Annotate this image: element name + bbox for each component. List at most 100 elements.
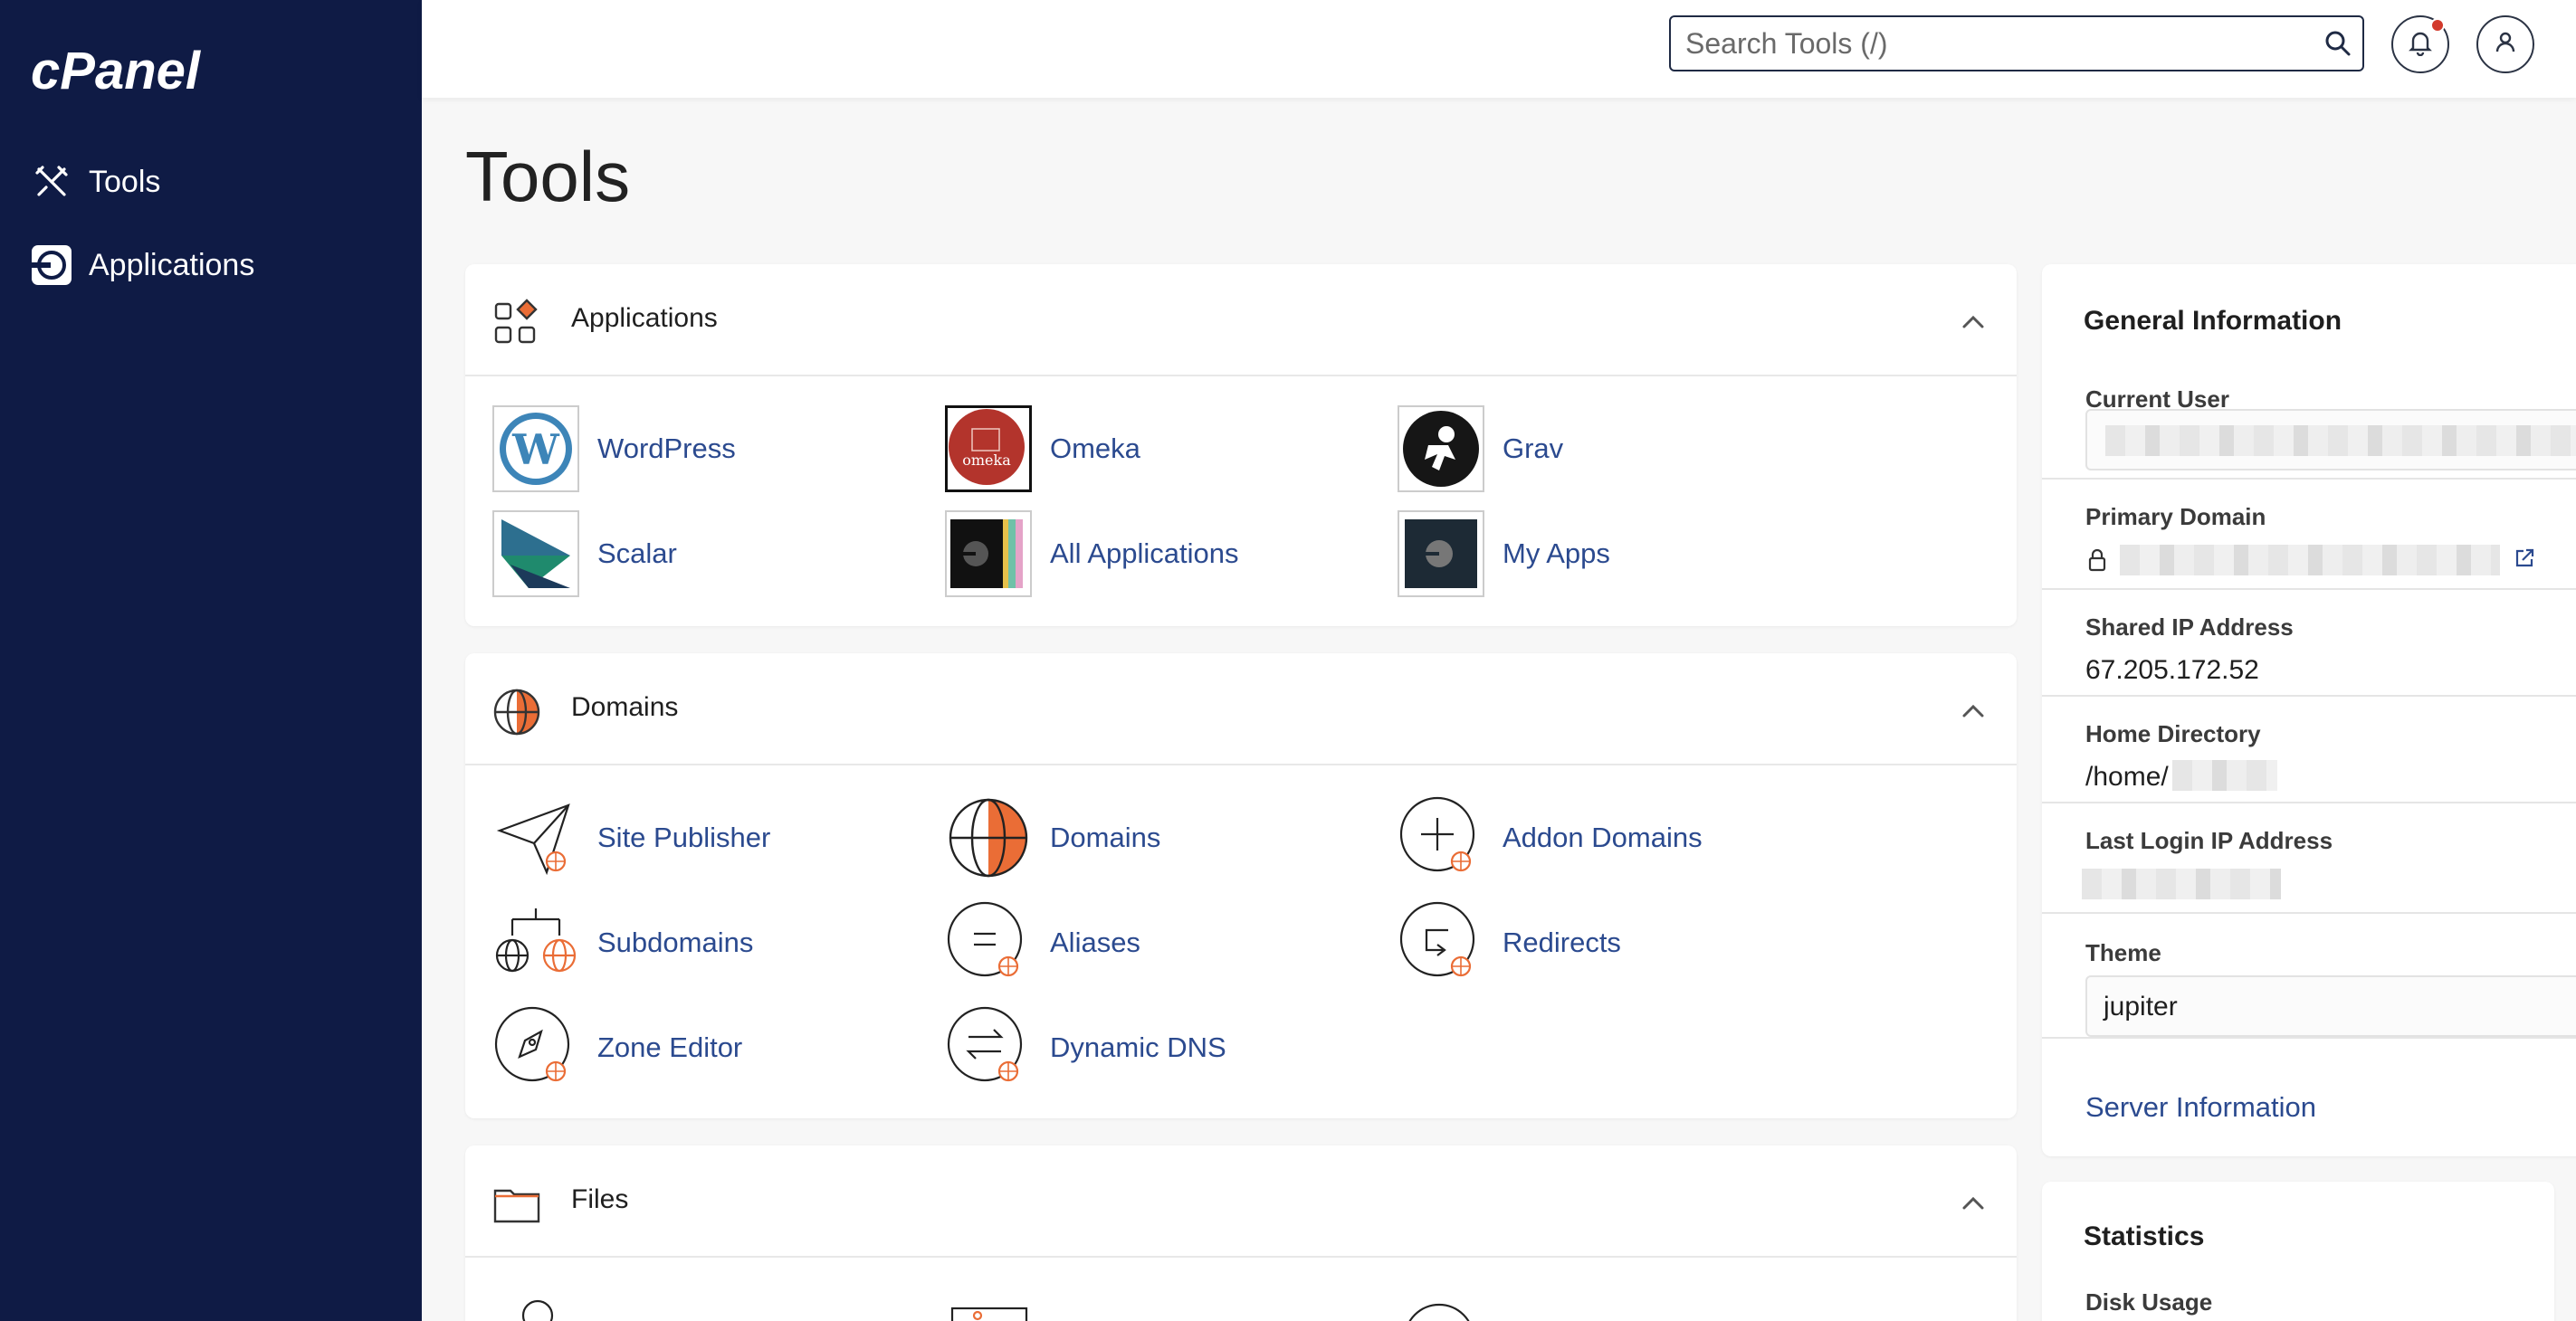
aliases-icon (947, 901, 1023, 977)
sidebar-item-tools[interactable]: Tools (31, 161, 160, 203)
search-box (1669, 15, 2364, 71)
tool-label: My Apps (1503, 537, 1610, 569)
wordpress-icon: W (492, 405, 579, 492)
omeka-icon: omeka (945, 405, 1032, 492)
applications-section: Applications W WordPress omeka Omeka Gra… (465, 264, 2017, 626)
tool-addon-domains[interactable]: Addon Domains (1398, 794, 1703, 881)
theme-row: Theme jupiter (2042, 914, 2576, 1039)
cpanel-logo[interactable]: cPanel (29, 40, 246, 103)
svg-text:cPanel: cPanel (31, 42, 202, 100)
tool-label: Redirects (1503, 927, 1621, 958)
grav-icon (1398, 405, 1484, 492)
server-information-link[interactable]: Server Information (2085, 1091, 2316, 1124)
theme-select[interactable]: jupiter (2085, 975, 2576, 1037)
current-user-field[interactable]: .. (2085, 409, 2576, 470)
domains-section: Domains Site Publisher Domains Addon Dom… (465, 653, 2017, 1118)
tool-label: WordPress (597, 432, 736, 464)
primary-domain-label: Primary Domain (2085, 503, 2266, 530)
my-apps-icon (1398, 510, 1484, 597)
tools-icon (31, 161, 72, 203)
page-title: Tools (465, 137, 631, 216)
redirect-icon (1399, 901, 1475, 977)
search-icon[interactable] (2314, 19, 2362, 68)
tool-label: Site Publisher (597, 822, 771, 853)
scalar-icon (492, 510, 579, 597)
tool-label: Dynamic DNS (1050, 1031, 1226, 1063)
paper-plane-icon (496, 803, 570, 876)
shared-ip-row: Shared IP Address 67.205.172.52 (2042, 590, 2576, 697)
all-applications-icon (945, 510, 1032, 597)
tool-my-apps[interactable]: My Apps (1398, 510, 1610, 597)
home-directory-label: Home Directory (2085, 720, 2261, 747)
folder-icon (493, 1189, 540, 1223)
section-title: Applications (571, 303, 718, 333)
panel-title: Statistics (2084, 1221, 2205, 1251)
section-title: Domains (571, 692, 679, 722)
disk-usage-label: Disk Usage (2085, 1288, 2213, 1316)
tool-wordpress[interactable]: W WordPress (492, 405, 736, 492)
home-directory-value: /home/ (2085, 762, 2169, 792)
user-icon (2492, 29, 2519, 61)
tool-subdomains[interactable]: Subdomains (492, 899, 753, 986)
tool-grav[interactable]: Grav (1398, 405, 1563, 492)
tool-zone-editor[interactable]: Zone Editor (492, 1004, 742, 1091)
tool-aliases[interactable]: Aliases (945, 899, 1140, 986)
redacted-value (2105, 425, 2576, 456)
notification-badge (2430, 18, 2445, 33)
svg-text:W: W (511, 425, 560, 474)
sidebar: cPanel Tools Applications (0, 0, 422, 1321)
section-title: Files (571, 1184, 629, 1214)
user-menu-button[interactable] (2476, 15, 2534, 73)
tool-site-publisher[interactable]: Site Publisher (492, 794, 770, 881)
domains-section-header[interactable]: Domains (465, 653, 2017, 765)
tool-label: All Applications (1050, 537, 1239, 569)
search-input[interactable] (1671, 17, 2314, 70)
tool-redirects[interactable]: Redirects (1398, 899, 1621, 986)
globe-icon (493, 689, 540, 736)
svg-text:omeka: omeka (962, 451, 1011, 469)
bell-icon (2407, 29, 2434, 61)
files-section: Files (465, 1145, 2017, 1321)
files-section-header[interactable]: Files (465, 1145, 2017, 1258)
applications-grid-icon (494, 299, 538, 344)
panel-title: General Information (2084, 306, 2342, 336)
tool-label: Subdomains (597, 927, 754, 958)
general-information-panel: General Information Current User .. Prim… (2042, 264, 2576, 1156)
tool-label: Scalar (597, 537, 677, 569)
shared-ip-label: Shared IP Address (2085, 613, 2294, 641)
swap-arrows-icon (947, 1006, 1023, 1082)
chevron-up-icon[interactable] (1957, 1187, 1989, 1220)
tool-label: Omeka (1050, 432, 1140, 464)
redacted-value (2082, 869, 2281, 899)
applications-section-header[interactable]: Applications (465, 264, 2017, 376)
external-link-icon[interactable] (2513, 546, 2536, 570)
file-manager-icon (521, 1299, 554, 1321)
tool-label: Domains (1050, 822, 1161, 853)
tool-domains[interactable]: Domains (945, 794, 1160, 881)
theme-value: jupiter (2104, 992, 2178, 1022)
theme-label: Theme (2085, 939, 2161, 966)
notifications-button[interactable] (2391, 15, 2449, 73)
last-login-label: Last Login IP Address (2085, 827, 2333, 854)
globe-icon (949, 798, 1028, 878)
tool-omeka[interactable]: omeka Omeka (945, 405, 1140, 492)
tool-dynamic-dns[interactable]: Dynamic DNS (945, 1004, 1226, 1091)
tool-label: Grav (1503, 432, 1564, 464)
statistics-panel: Statistics Disk Usage (2042, 1182, 2554, 1321)
top-bar (422, 0, 2576, 98)
directory-privacy-icon (1408, 1303, 1470, 1321)
current-user-row: Current User .. (2042, 364, 2576, 480)
tool-scalar[interactable]: Scalar (492, 510, 677, 597)
chevron-up-icon[interactable] (1957, 695, 1989, 727)
last-login-row: Last Login IP Address (2042, 803, 2576, 914)
tool-label: Addon Domains (1503, 822, 1703, 853)
tool-label: Aliases (1050, 927, 1140, 958)
tool-label: Zone Editor (597, 1031, 743, 1063)
tool-all-applications[interactable]: All Applications (945, 510, 1239, 597)
home-directory-row: Home Directory /home/ (2042, 697, 2576, 803)
lock-icon (2088, 548, 2106, 572)
sidebar-item-applications[interactable]: Applications (31, 244, 254, 286)
chevron-up-icon[interactable] (1957, 306, 1989, 338)
sidebar-item-label: Tools (89, 164, 161, 199)
redacted-value[interactable] (2120, 545, 2500, 575)
